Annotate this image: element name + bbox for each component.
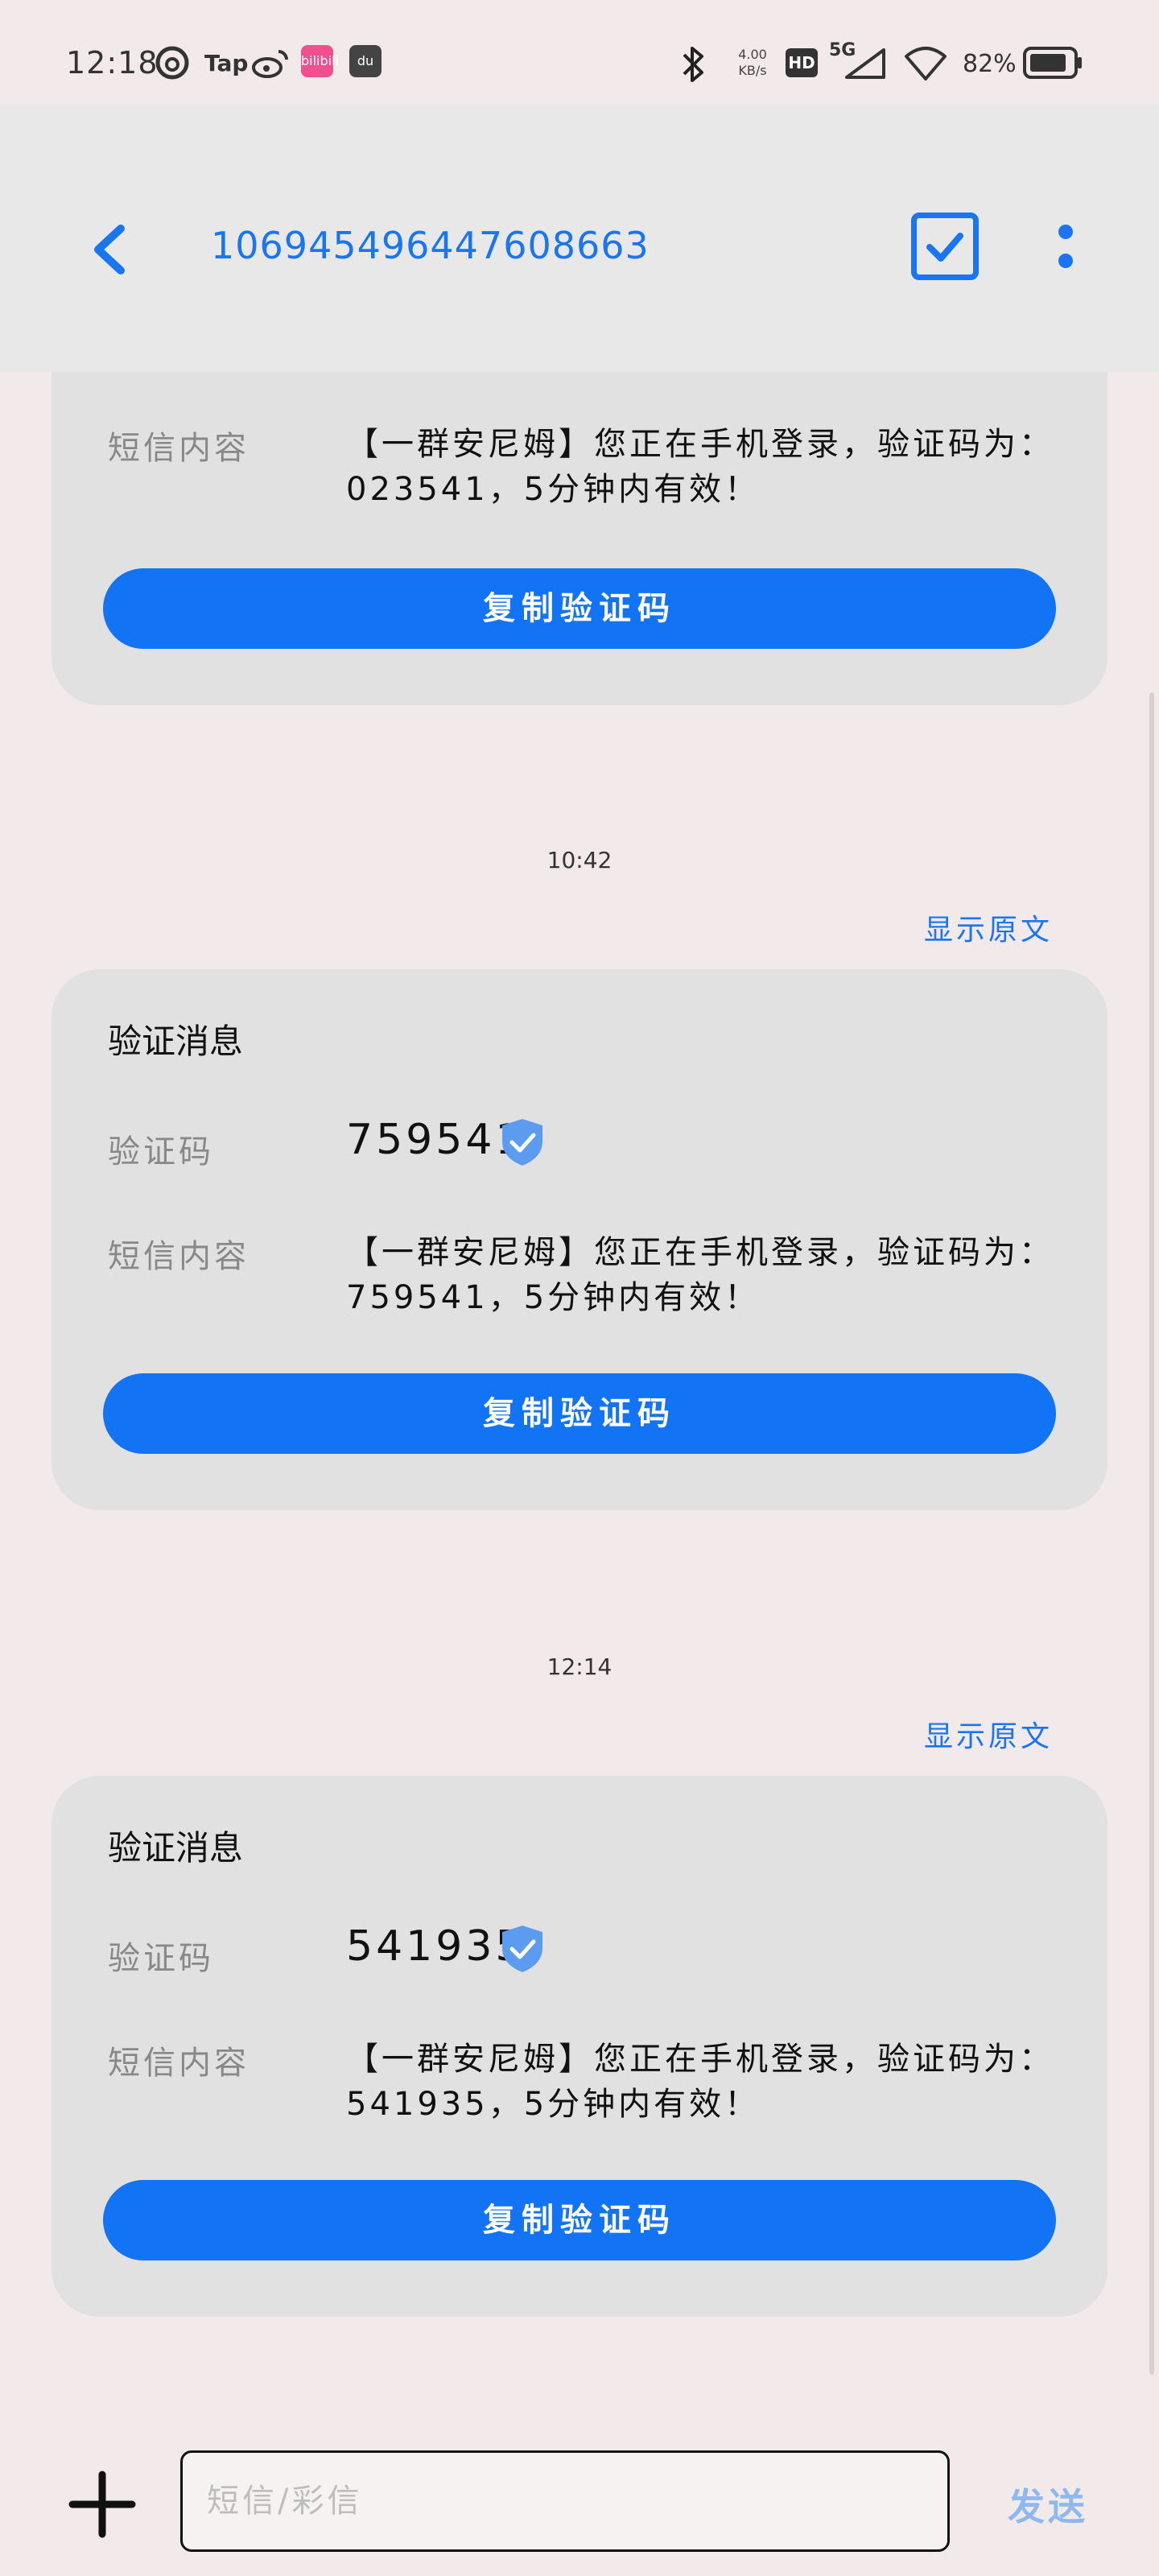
message-card: 短信内容 【一群安尼姆】您正在手机登录，验证码为：023541，5分钟内有效！ …	[52, 322, 1107, 705]
sms-content: 【一群安尼姆】您正在手机登录，验证码为：023541，5分钟内有效！	[346, 426, 1054, 508]
conversation-title: 106945496447608663	[211, 224, 650, 267]
battery-icon	[1023, 47, 1082, 79]
sms-content-label: 短信内容	[108, 430, 250, 467]
scrollbar[interactable]	[1149, 692, 1154, 2375]
card-title: 验证消息	[108, 1022, 244, 1061]
message-timestamp: 12:14	[547, 1653, 612, 1680]
verified-shield-icon	[502, 1119, 542, 1166]
signal-icon	[845, 48, 885, 79]
status-time: 12:18	[66, 45, 159, 80]
back-button[interactable]	[80, 209, 145, 290]
verified-shield-icon	[502, 1926, 542, 1972]
bilibili-app-icon: bilibili	[301, 45, 339, 77]
chevron-left-icon	[94, 225, 125, 275]
message-input[interactable]	[180, 2450, 950, 2552]
show-original-link[interactable]: 显示原文	[924, 906, 1053, 948]
checkbox-checked-icon	[926, 233, 963, 262]
weibo-icon	[252, 50, 288, 78]
hd-icon: HD	[786, 48, 818, 77]
composer-bar: 发送	[0, 2415, 1159, 2576]
message-card: 验证消息 验证码 541935 短信内容 【一群安尼姆】您正在手机登录，验证码为…	[52, 1776, 1107, 2317]
send-button[interactable]: 发送	[1008, 2478, 1088, 2531]
code-label: 验证码	[108, 1133, 214, 1170]
copy-code-button[interactable]: 复制验证码	[103, 2180, 1056, 2260]
copy-code-button[interactable]: 复制验证码	[103, 568, 1056, 649]
more-options-button[interactable]	[1046, 213, 1085, 280]
music-app-icon	[155, 46, 189, 80]
add-attachment-button[interactable]	[66, 2468, 138, 2541]
battery-percent: 82%	[963, 50, 1017, 78]
sms-content: 【一群安尼姆】您正在手机登录，验证码为：759541，5分钟内有效！	[346, 1234, 1054, 1316]
bluetooth-icon	[683, 47, 703, 82]
wifi-icon	[905, 47, 947, 80]
card-title: 验证消息	[108, 1828, 244, 1868]
code-label: 验证码	[108, 1940, 214, 1977]
network-speed: 4.00 KB/s	[738, 47, 767, 78]
show-original-link[interactable]: 显示原文	[924, 1713, 1053, 1755]
sms-content-label: 短信内容	[108, 2045, 250, 2082]
plus-icon	[68, 2471, 136, 2538]
message-card: 验证消息 验证码 759541 短信内容 【一群安尼姆】您正在手机登录，验证码为…	[52, 969, 1107, 1510]
multi-select-button[interactable]	[911, 213, 979, 280]
tap-app-icon: Tap	[204, 50, 249, 76]
sms-content-label: 短信内容	[108, 1238, 250, 1275]
du-app-icon: du	[349, 45, 382, 77]
more-vertical-icon	[1058, 225, 1073, 268]
conversation-header: 106945496447608663	[0, 105, 1159, 372]
copy-code-button[interactable]: 复制验证码	[103, 1373, 1056, 1454]
sms-content: 【一群安尼姆】您正在手机登录，验证码为：541935，5分钟内有效！	[346, 2041, 1054, 2123]
message-timestamp: 10:42	[547, 847, 612, 873]
status-bar: 12:18 Tap bilibili du 4.00 KB/s HD 5G 82…	[0, 0, 1159, 105]
